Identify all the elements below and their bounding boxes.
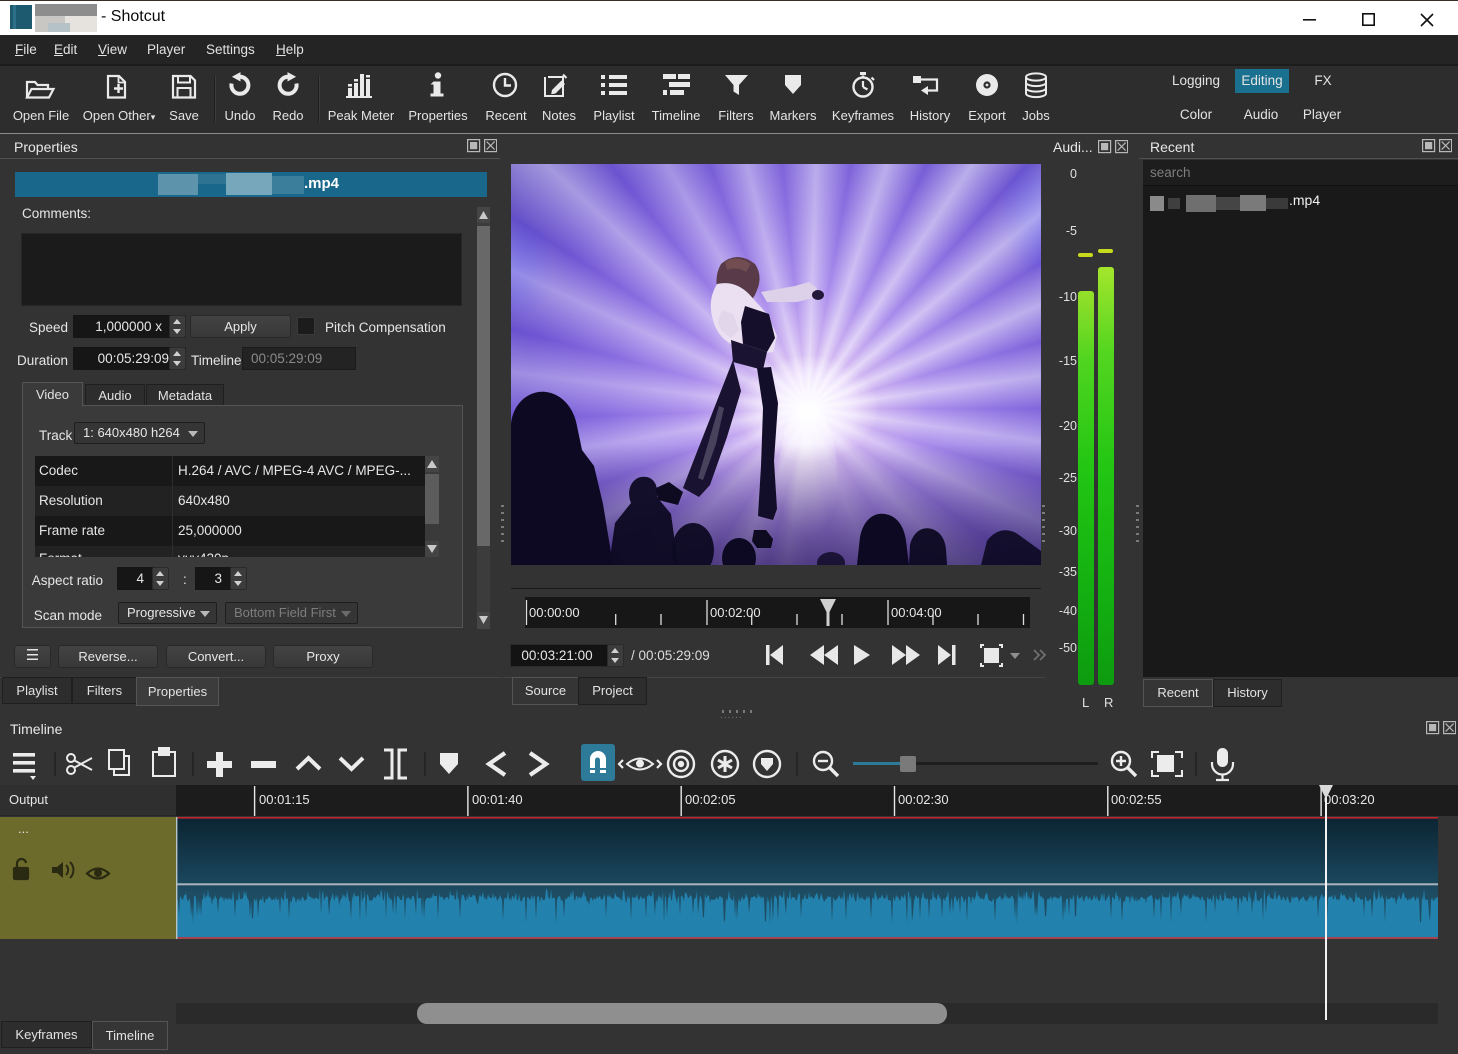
svg-text:00:02:30: 00:02:30 — [898, 792, 949, 807]
svg-text:00:01:15: 00:01:15 — [259, 792, 310, 807]
svg-text:00:01:40: 00:01:40 — [472, 792, 523, 807]
svg-text:00:00:00: 00:00:00 — [529, 605, 580, 620]
svg-text:00:02:00: 00:02:00 — [710, 605, 761, 620]
svg-text:00:02:55: 00:02:55 — [1111, 792, 1162, 807]
svg-text:00:04:00: 00:04:00 — [891, 605, 942, 620]
svg-text:00:02:05: 00:02:05 — [685, 792, 736, 807]
